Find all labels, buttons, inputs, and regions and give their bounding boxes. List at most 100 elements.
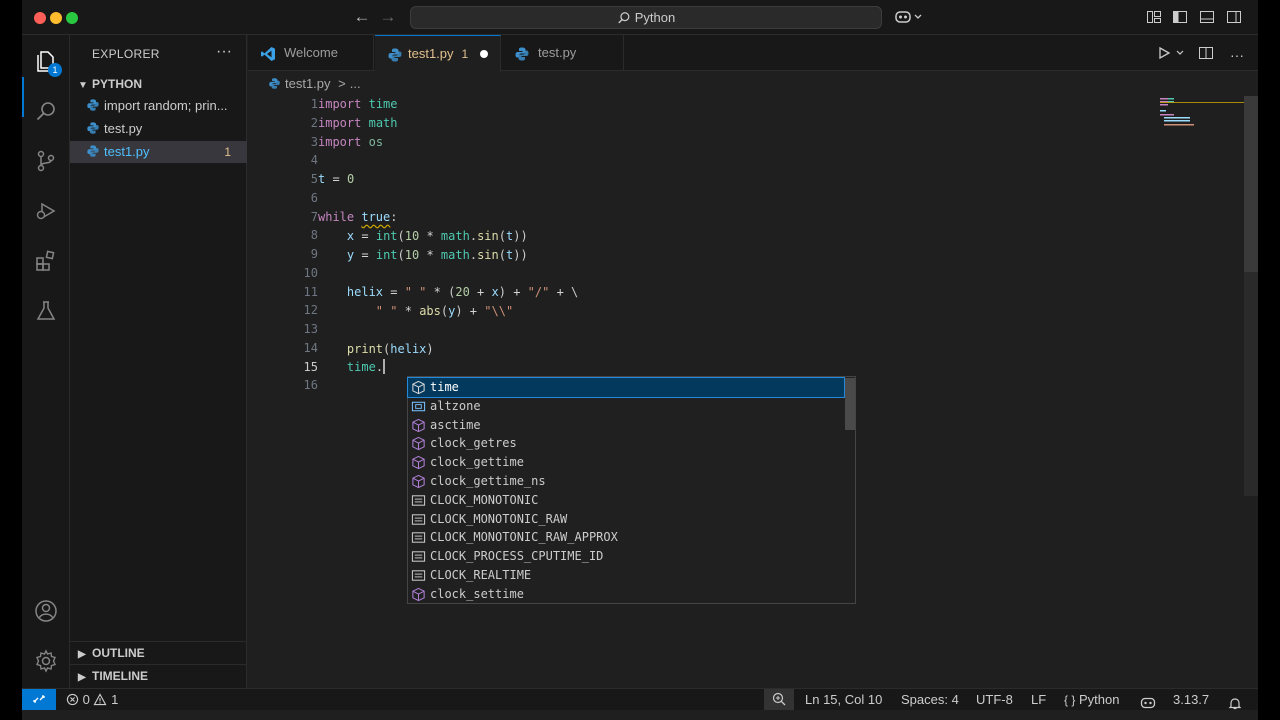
bell-icon[interactable] (1228, 693, 1242, 714)
tab-test-py[interactable]: test.py (502, 35, 624, 71)
problems-indicator[interactable]: 0 1 (66, 689, 118, 710)
minimap[interactable] (1160, 96, 1248, 136)
line-number: 14 (303, 340, 318, 355)
code-line-7: while true: (318, 210, 398, 224)
suggestion-label: CLOCK_PROCESS_CPUTIME_ID (430, 549, 604, 564)
indentation[interactable]: Spaces: 4 (901, 689, 959, 710)
zoom-icon (772, 692, 786, 706)
suggestion-item[interactable]: clock_settime (408, 585, 844, 604)
run-play-icon[interactable] (1157, 46, 1171, 60)
testing-flask-icon[interactable] (34, 299, 58, 323)
constant-icon (411, 568, 426, 583)
settings-gear-icon[interactable] (34, 649, 58, 673)
toggle-primary-sidebar-icon[interactable] (1172, 9, 1188, 25)
tab-welcome[interactable]: Welcome (248, 35, 374, 71)
file-item-test1-py[interactable]: test1.py 1 (70, 141, 247, 163)
split-editor-icon[interactable] (1198, 46, 1214, 60)
python-version[interactable]: 3.13.7 (1173, 689, 1209, 710)
line-number: 12 (303, 303, 318, 318)
editor-actions: ··· (1157, 46, 1244, 63)
suggestion-label: clock_getres (430, 436, 517, 451)
search-icon[interactable] (34, 99, 58, 123)
forward-arrow-icon[interactable]: → (378, 7, 398, 27)
source-control-icon[interactable] (34, 149, 58, 173)
error-count: 0 (82, 692, 90, 707)
encoding[interactable]: UTF-8 (976, 689, 1013, 710)
maximize-window-button[interactable] (66, 12, 78, 24)
unsaved-dot-icon[interactable] (480, 50, 489, 58)
problem-count: 1 (224, 145, 231, 159)
suggestion-label: CLOCK_MONOTONIC_RAW (430, 511, 568, 526)
remote-indicator[interactable] (22, 689, 56, 710)
zoom-button[interactable] (764, 689, 794, 710)
outline-label: OUTLINE (92, 646, 145, 660)
suggestion-label: asctime (430, 417, 481, 432)
scrollbar-thumb[interactable] (1244, 96, 1258, 272)
suggestion-item[interactable]: clock_getres (408, 434, 844, 453)
copilot-status-icon[interactable] (1140, 692, 1156, 713)
suggestion-item[interactable]: asctime (408, 416, 844, 435)
suggestion-item[interactable]: CLOCK_PROCESS_CPUTIME_ID (408, 547, 844, 566)
cursor-position[interactable]: Ln 15, Col 10 (805, 689, 882, 710)
warning-count: 1 (111, 692, 119, 707)
run-debug-icon[interactable] (34, 199, 58, 223)
activity-bar: 1 (22, 35, 70, 688)
code-line-5: t = 0 (318, 172, 355, 186)
minimize-window-button[interactable] (50, 12, 62, 24)
suggestion-label: clock_gettime_ns (430, 474, 546, 488)
suggestion-item[interactable]: CLOCK_REALTIME (408, 566, 844, 585)
breadcrumb-file[interactable]: test1.py (285, 76, 331, 91)
tab-label: Welcome (284, 45, 338, 60)
tab-test1-py[interactable]: test1.py 1 (375, 35, 501, 72)
copilot-icon[interactable] (894, 8, 924, 29)
line-number: 2 (310, 115, 318, 130)
status-bar: 0 1 Ln 15, Col 10 Spaces: 4 UTF-8 LF { }… (22, 688, 1258, 710)
account-icon[interactable] (34, 599, 58, 623)
breadcrumb-separator: > (338, 76, 346, 91)
remote-icon (33, 695, 45, 703)
python-file-icon (87, 122, 99, 134)
timeline-section[interactable]: ▶ TIMELINE (70, 664, 247, 686)
suggestion-label: CLOCK_MONOTONIC (430, 492, 539, 507)
suggestion-item[interactable]: CLOCK_MONOTONIC (408, 491, 844, 510)
outline-section[interactable]: ▶ OUTLINE (70, 641, 247, 663)
module-icon (411, 380, 426, 395)
suggest-scrollbar[interactable] (845, 378, 855, 430)
toggle-panel-icon[interactable] (1199, 9, 1215, 25)
file-item-test-py[interactable]: test.py (70, 118, 247, 140)
search-text: Python (634, 10, 676, 25)
suggestion-item[interactable]: CLOCK_MONOTONIC_RAW_APPROX (408, 528, 844, 547)
toggle-secondary-sidebar-icon[interactable] (1226, 9, 1242, 25)
suggestion-item[interactable]: clock_gettime_ns (408, 472, 844, 491)
customize-layout-icon[interactable] (1146, 9, 1162, 25)
more-actions-icon[interactable]: ··· (216, 43, 232, 61)
chevron-down-icon[interactable] (1175, 46, 1185, 60)
extensions-icon[interactable] (34, 249, 58, 273)
line-number: 5 (310, 172, 318, 186)
line-number: 6 (310, 190, 318, 205)
autocomplete-widget: time altzone asctime clock_getres clock_gett… (407, 376, 856, 604)
language-mode[interactable]: { } Python (1064, 689, 1119, 710)
warning-icon (93, 693, 107, 706)
chevron-right-icon: ▶ (78, 672, 86, 683)
tab-problem-count: 1 (461, 47, 469, 61)
suggestion-item[interactable]: clock_gettime (408, 453, 844, 472)
command-center-search[interactable]: Python (410, 6, 882, 29)
python-file-icon (87, 99, 99, 111)
file-item[interactable]: import random; prin... (70, 95, 247, 117)
back-arrow-icon[interactable]: ← (352, 7, 372, 27)
active-indicator (22, 77, 24, 117)
folder-name: PYTHON (92, 77, 143, 91)
end-of-line[interactable]: LF (1031, 689, 1046, 710)
breadcrumb-symbols[interactable]: ... (350, 76, 361, 91)
suggestion-label: clock_gettime (430, 455, 524, 470)
suggestion-label: time (430, 380, 459, 394)
suggestion-item[interactable]: time (407, 377, 845, 398)
line-number: 7 (310, 209, 318, 224)
suggestion-item[interactable]: altzone (408, 397, 844, 416)
folder-python[interactable]: ▼ PYTHON (70, 73, 247, 95)
suggestion-item[interactable]: CLOCK_MONOTONIC_RAW (408, 510, 844, 529)
close-window-button[interactable] (34, 12, 46, 24)
code-line-14: print(helix) (346, 342, 434, 356)
more-actions-icon[interactable]: ··· (1230, 47, 1244, 63)
